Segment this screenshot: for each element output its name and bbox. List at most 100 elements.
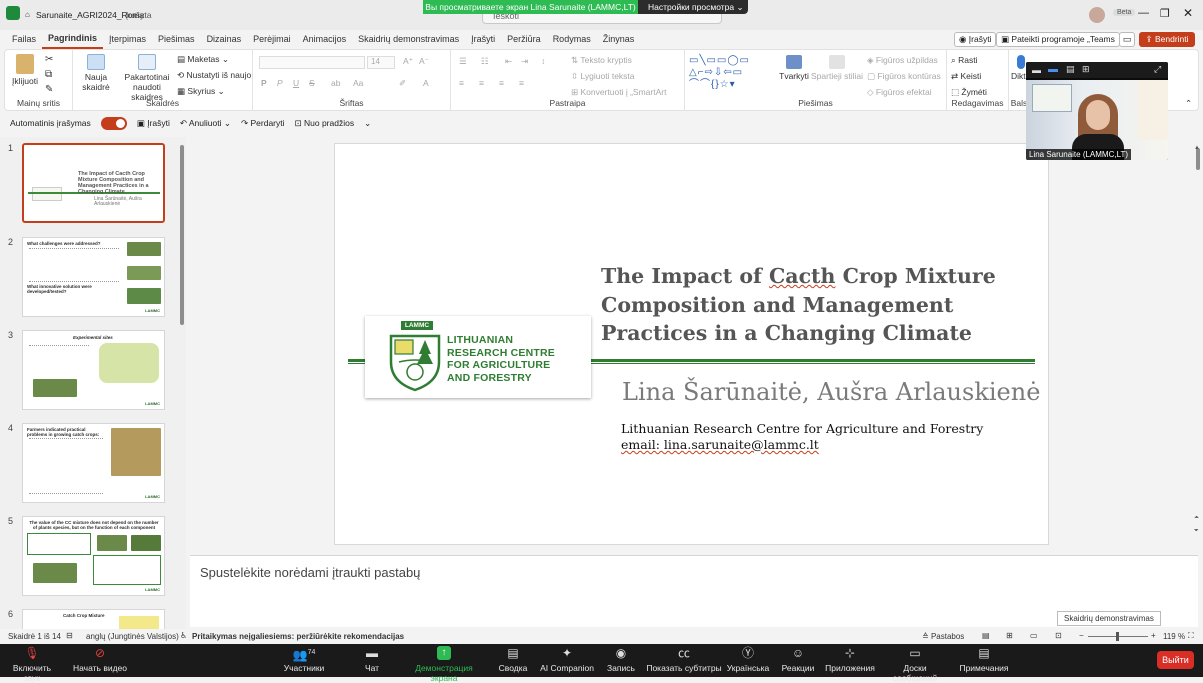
spacing-icon[interactable]: ab (331, 78, 340, 88)
whiteboards-button[interactable]: ▭ Доски сообщений (880, 646, 950, 683)
close-icon[interactable]: ✕ (1183, 6, 1193, 20)
thumbnail-slide-3[interactable]: Experimental sites LAMMC (22, 330, 165, 410)
gallery-view-icon[interactable]: ⊞ (1082, 64, 1090, 75)
accessibility-icon[interactable]: ♿ (180, 631, 187, 640)
slide-scrollbar[interactable] (1196, 148, 1200, 170)
minimize-video-icon[interactable]: ▬ (1032, 65, 1041, 75)
undo-button[interactable]: ↶ Anuliuoti ⌄ (180, 118, 231, 129)
apps-button[interactable]: ⊹ Приложения (824, 646, 876, 673)
cut-icon[interactable]: ✂ (45, 55, 53, 65)
tab-draw[interactable]: Piešimas (152, 30, 201, 48)
font-size-select[interactable]: 14 (367, 56, 395, 69)
notes-button[interactable]: ▤ Примечания (958, 646, 1010, 673)
tab-file[interactable]: Failas (6, 30, 42, 48)
smartart-button[interactable]: ⊞ Konvertuoti į „SmartArt (571, 87, 666, 97)
accessibility-status[interactable]: Pritaikymas neįgaliesiems: peržiūrėkite … (192, 632, 404, 641)
arrange-button[interactable]: Tvarkyti (779, 55, 809, 81)
shape-fill-button[interactable]: ◈ Figūros užpildas (867, 55, 938, 65)
slide-sorter-icon[interactable]: ⊞ (1006, 631, 1013, 640)
chevron-down-icon[interactable]: ⌂ (25, 10, 30, 19)
tab-slideshow[interactable]: Skaidrių demonstravimas (352, 30, 465, 48)
thumbnail-scrollbar[interactable] (180, 145, 184, 325)
font-name-select[interactable] (259, 56, 365, 69)
shapes-gallery[interactable]: ▭╲▭▭◯▭ △⌐⇨⇩⇦▭ ⌒⌒{}☆▾ (689, 55, 773, 93)
align-left-icon[interactable]: ≡ (459, 78, 464, 88)
justify-icon[interactable]: ≡ (519, 78, 524, 88)
leave-button[interactable]: Выйти (1157, 651, 1194, 669)
slideshow-view-icon[interactable]: ⊡ (1055, 631, 1062, 640)
copy-icon[interactable]: ⧉ (45, 70, 52, 80)
new-slide-button[interactable]: Nauja skaidrė (79, 54, 113, 92)
redo-button[interactable]: ↷ Perdaryti (241, 118, 285, 129)
speaker-video[interactable]: ▬ ▬ ▤ ⊞ ⤢ Lina Sarunaite (LAMMC,LT) (1026, 62, 1168, 160)
grow-font-icon[interactable]: A⁺ (403, 56, 413, 66)
font-color-icon[interactable]: A (423, 78, 429, 88)
select-button[interactable]: ⬚ Žymėti (951, 87, 987, 97)
case-icon[interactable]: Aa (353, 78, 363, 88)
maximize-icon[interactable]: ❐ (1160, 7, 1170, 20)
shape-effects-button[interactable]: ◇ Figūros efektai (867, 87, 932, 97)
tab-record[interactable]: Įrašyti (465, 30, 501, 48)
notes-toggle[interactable]: ≙ Pastabos (922, 632, 964, 641)
slide-institution-block[interactable]: Lithuanian Research Centre for Agricultu… (621, 421, 983, 453)
comments-icon[interactable]: ▭ (1119, 32, 1135, 47)
align-right-icon[interactable]: ≡ (499, 78, 504, 88)
bold-button[interactable]: P (261, 78, 267, 88)
thumbnail-slide-2[interactable]: What challenges were addressed? What inn… (22, 237, 165, 317)
slide-authors[interactable]: Lina Šarūnaitė, Aušra Arlauskienė (622, 378, 1040, 406)
shape-outline-button[interactable]: ▢ Figūros kontūras (867, 71, 941, 81)
replace-button[interactable]: ⇄ Keisti (951, 71, 981, 81)
italic-button[interactable]: P (277, 78, 283, 88)
fit-slide-icon[interactable]: ⛶ (1188, 631, 1194, 641)
summary-button[interactable]: ▤ Сводка (494, 646, 532, 673)
align-center-icon[interactable]: ≡ (479, 78, 484, 88)
tab-transitions[interactable]: Perėjimai (247, 30, 297, 48)
present-teams-button[interactable]: ▣ Pateikti programoje „Teams (996, 32, 1120, 47)
thumbnail-slide-5[interactable]: The value of the CC mixture does not dep… (22, 516, 165, 596)
spellcheck-icon[interactable]: ⊟ (66, 631, 73, 640)
zoom-slider-thumb[interactable] (1116, 632, 1119, 641)
tab-review[interactable]: Peržiūra (501, 30, 547, 48)
tab-help[interactable]: Žinynas (597, 30, 641, 48)
customize-qat-icon[interactable]: ⌄ (364, 118, 371, 129)
collapse-ribbon-icon[interactable]: ⌃ (1185, 98, 1192, 108)
tab-animations[interactable]: Animacijos (297, 30, 353, 48)
reactions-button[interactable]: ☺ Реакции (780, 646, 816, 673)
minimize-icon[interactable]: — (1138, 7, 1149, 19)
zoom-in-icon[interactable]: + (1151, 631, 1156, 640)
indent-icon[interactable]: ⇤ (505, 56, 512, 66)
section-button[interactable]: ▦ Skyrius ⌄ (177, 86, 225, 96)
record-meeting-button[interactable]: ◉ Запись (604, 646, 638, 673)
language-indicator[interactable]: anglų (Jungtinės Valstijos) (86, 632, 179, 641)
share-button[interactable]: ⇪ Bendrinti (1139, 32, 1195, 47)
share-screen-button[interactable]: ↑ Демонстрация экрана (402, 646, 486, 683)
view-settings-button[interactable]: Настройки просмотра ⌄ (638, 0, 748, 14)
slide-title[interactable]: The Impact of Cacth Crop Mixture Composi… (601, 262, 1021, 348)
strip-view-icon[interactable]: ▤ (1066, 64, 1075, 75)
line-spacing-icon[interactable]: ↕ (541, 56, 545, 66)
text-direction-button[interactable]: ⇅ Teksto kryptis (571, 55, 632, 65)
from-start-button[interactable]: ⊡ Nuo pradžios (295, 118, 355, 129)
underline-button[interactable]: U (293, 78, 299, 88)
expand-video-icon[interactable]: ⤢ (1154, 64, 1161, 75)
scroll-up-icon[interactable]: ▲ (1194, 145, 1200, 151)
ai-companion-button[interactable]: ✦ AI Companion (540, 646, 594, 673)
speaker-view-icon[interactable]: ▬ (1048, 64, 1058, 75)
next-slide-icon[interactable]: ⏷ (1194, 528, 1199, 535)
quick-styles-button[interactable]: Spartieji stiliai (811, 55, 863, 81)
tab-insert[interactable]: Įterpimas (103, 30, 152, 48)
highlight-icon[interactable]: ✐ (399, 78, 406, 88)
format-painter-icon[interactable]: ✎ (45, 85, 53, 95)
layout-button[interactable]: ▤ Maketas ⌄ (177, 54, 229, 64)
shrink-font-icon[interactable]: A⁻ (419, 56, 429, 66)
normal-view-icon[interactable]: ▤ (982, 631, 990, 640)
reuse-slides-button[interactable]: Pakartotinai naudoti skaidres (117, 54, 177, 102)
language-button[interactable]: Ⓨ Українська (724, 646, 772, 673)
outdent-icon[interactable]: ⇥ (521, 56, 528, 66)
reset-button[interactable]: ⟲ Nustatyti iš naujo (177, 70, 251, 80)
unmute-button[interactable]: 🎙 Включить звук (4, 646, 60, 683)
avatar[interactable] (1089, 7, 1105, 23)
strikethrough-button[interactable]: S (309, 78, 315, 88)
captions-button[interactable]: ㏄ Показать субтитры (646, 646, 722, 673)
tab-design[interactable]: Dizainas (201, 30, 248, 48)
